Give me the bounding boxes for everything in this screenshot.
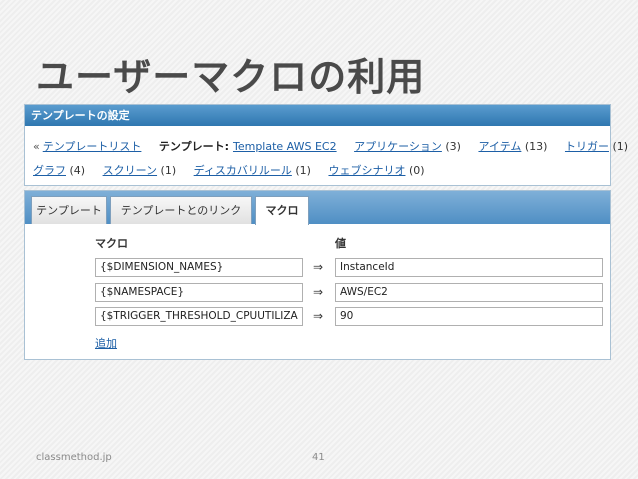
template-list-link[interactable]: テンプレートリスト: [43, 140, 142, 153]
macro-value-field[interactable]: InstanceId: [335, 258, 603, 277]
slide-title: ユーザーマクロの利用: [36, 55, 426, 99]
applications-link[interactable]: アプリケーション: [354, 140, 442, 153]
triggers-count: (1): [612, 140, 629, 153]
panel-header: テンプレートの設定: [25, 105, 610, 126]
template-nav-row-2: グラフ (4) スクリーン (1) ディスカバリルール (1) ウェブシナリオ …: [33, 162, 439, 178]
tab-linked-templates[interactable]: テンプレートとのリンク: [110, 196, 252, 224]
tab-strip: テンプレート テンプレートとのリンク マクロ: [25, 191, 610, 225]
triggers-link[interactable]: トリガー: [565, 140, 609, 153]
graphs-count: (4): [69, 164, 86, 177]
web-scenarios-link[interactable]: ウェブシナリオ: [328, 164, 405, 177]
macro-column-header: マクロ: [95, 237, 128, 250]
value-column-header: 値: [335, 237, 346, 250]
template-name-link[interactable]: Template AWS EC2: [233, 140, 337, 153]
arrow-icon: ⇒: [313, 309, 324, 323]
macro-value-field[interactable]: 90: [335, 307, 603, 326]
template-label: テンプレート:: [158, 140, 229, 153]
discovery-rules-count: (1): [295, 164, 311, 177]
tab-template[interactable]: テンプレート: [31, 196, 107, 224]
macro-value-field[interactable]: AWS/EC2: [335, 283, 603, 302]
graphs-link[interactable]: グラフ: [33, 164, 66, 177]
web-scenarios-count: (0): [408, 164, 425, 177]
page-number: 41: [312, 452, 325, 463]
applications-count: (3): [445, 140, 461, 153]
macro-name-field[interactable]: {$NAMESPACE}: [95, 283, 303, 302]
macro-name-field[interactable]: {$TRIGGER_THRESHOLD_CPUUTILIZA: [95, 307, 303, 326]
discovery-rules-link[interactable]: ディスカバリルール: [194, 164, 292, 177]
arrow-icon: ⇒: [313, 285, 324, 299]
breadcrumb-separator: «: [33, 140, 40, 153]
macro-name-field[interactable]: {$DIMENSION_NAMES}: [95, 258, 303, 277]
arrow-icon: ⇒: [313, 260, 324, 274]
template-nav-row-1: «テンプレートリスト テンプレート: Template AWS EC2 アプリケー…: [33, 138, 638, 154]
footer-site: classmethod.jp: [36, 452, 112, 463]
screens-link[interactable]: スクリーン: [103, 164, 157, 177]
template-settings-panel: テンプレートの設定 «テンプレートリスト テンプレート: Template AWS…: [24, 104, 628, 186]
macro-tab-area: テンプレート テンプレートとのリンク マクロ マクロ 値 {$DIMENSION…: [24, 190, 611, 360]
tab-macros[interactable]: マクロ: [255, 196, 309, 225]
items-link[interactable]: アイテム: [478, 140, 521, 153]
add-macro-link[interactable]: 追加: [95, 335, 117, 351]
items-count: (13): [524, 140, 548, 153]
screens-count: (1): [160, 164, 177, 177]
